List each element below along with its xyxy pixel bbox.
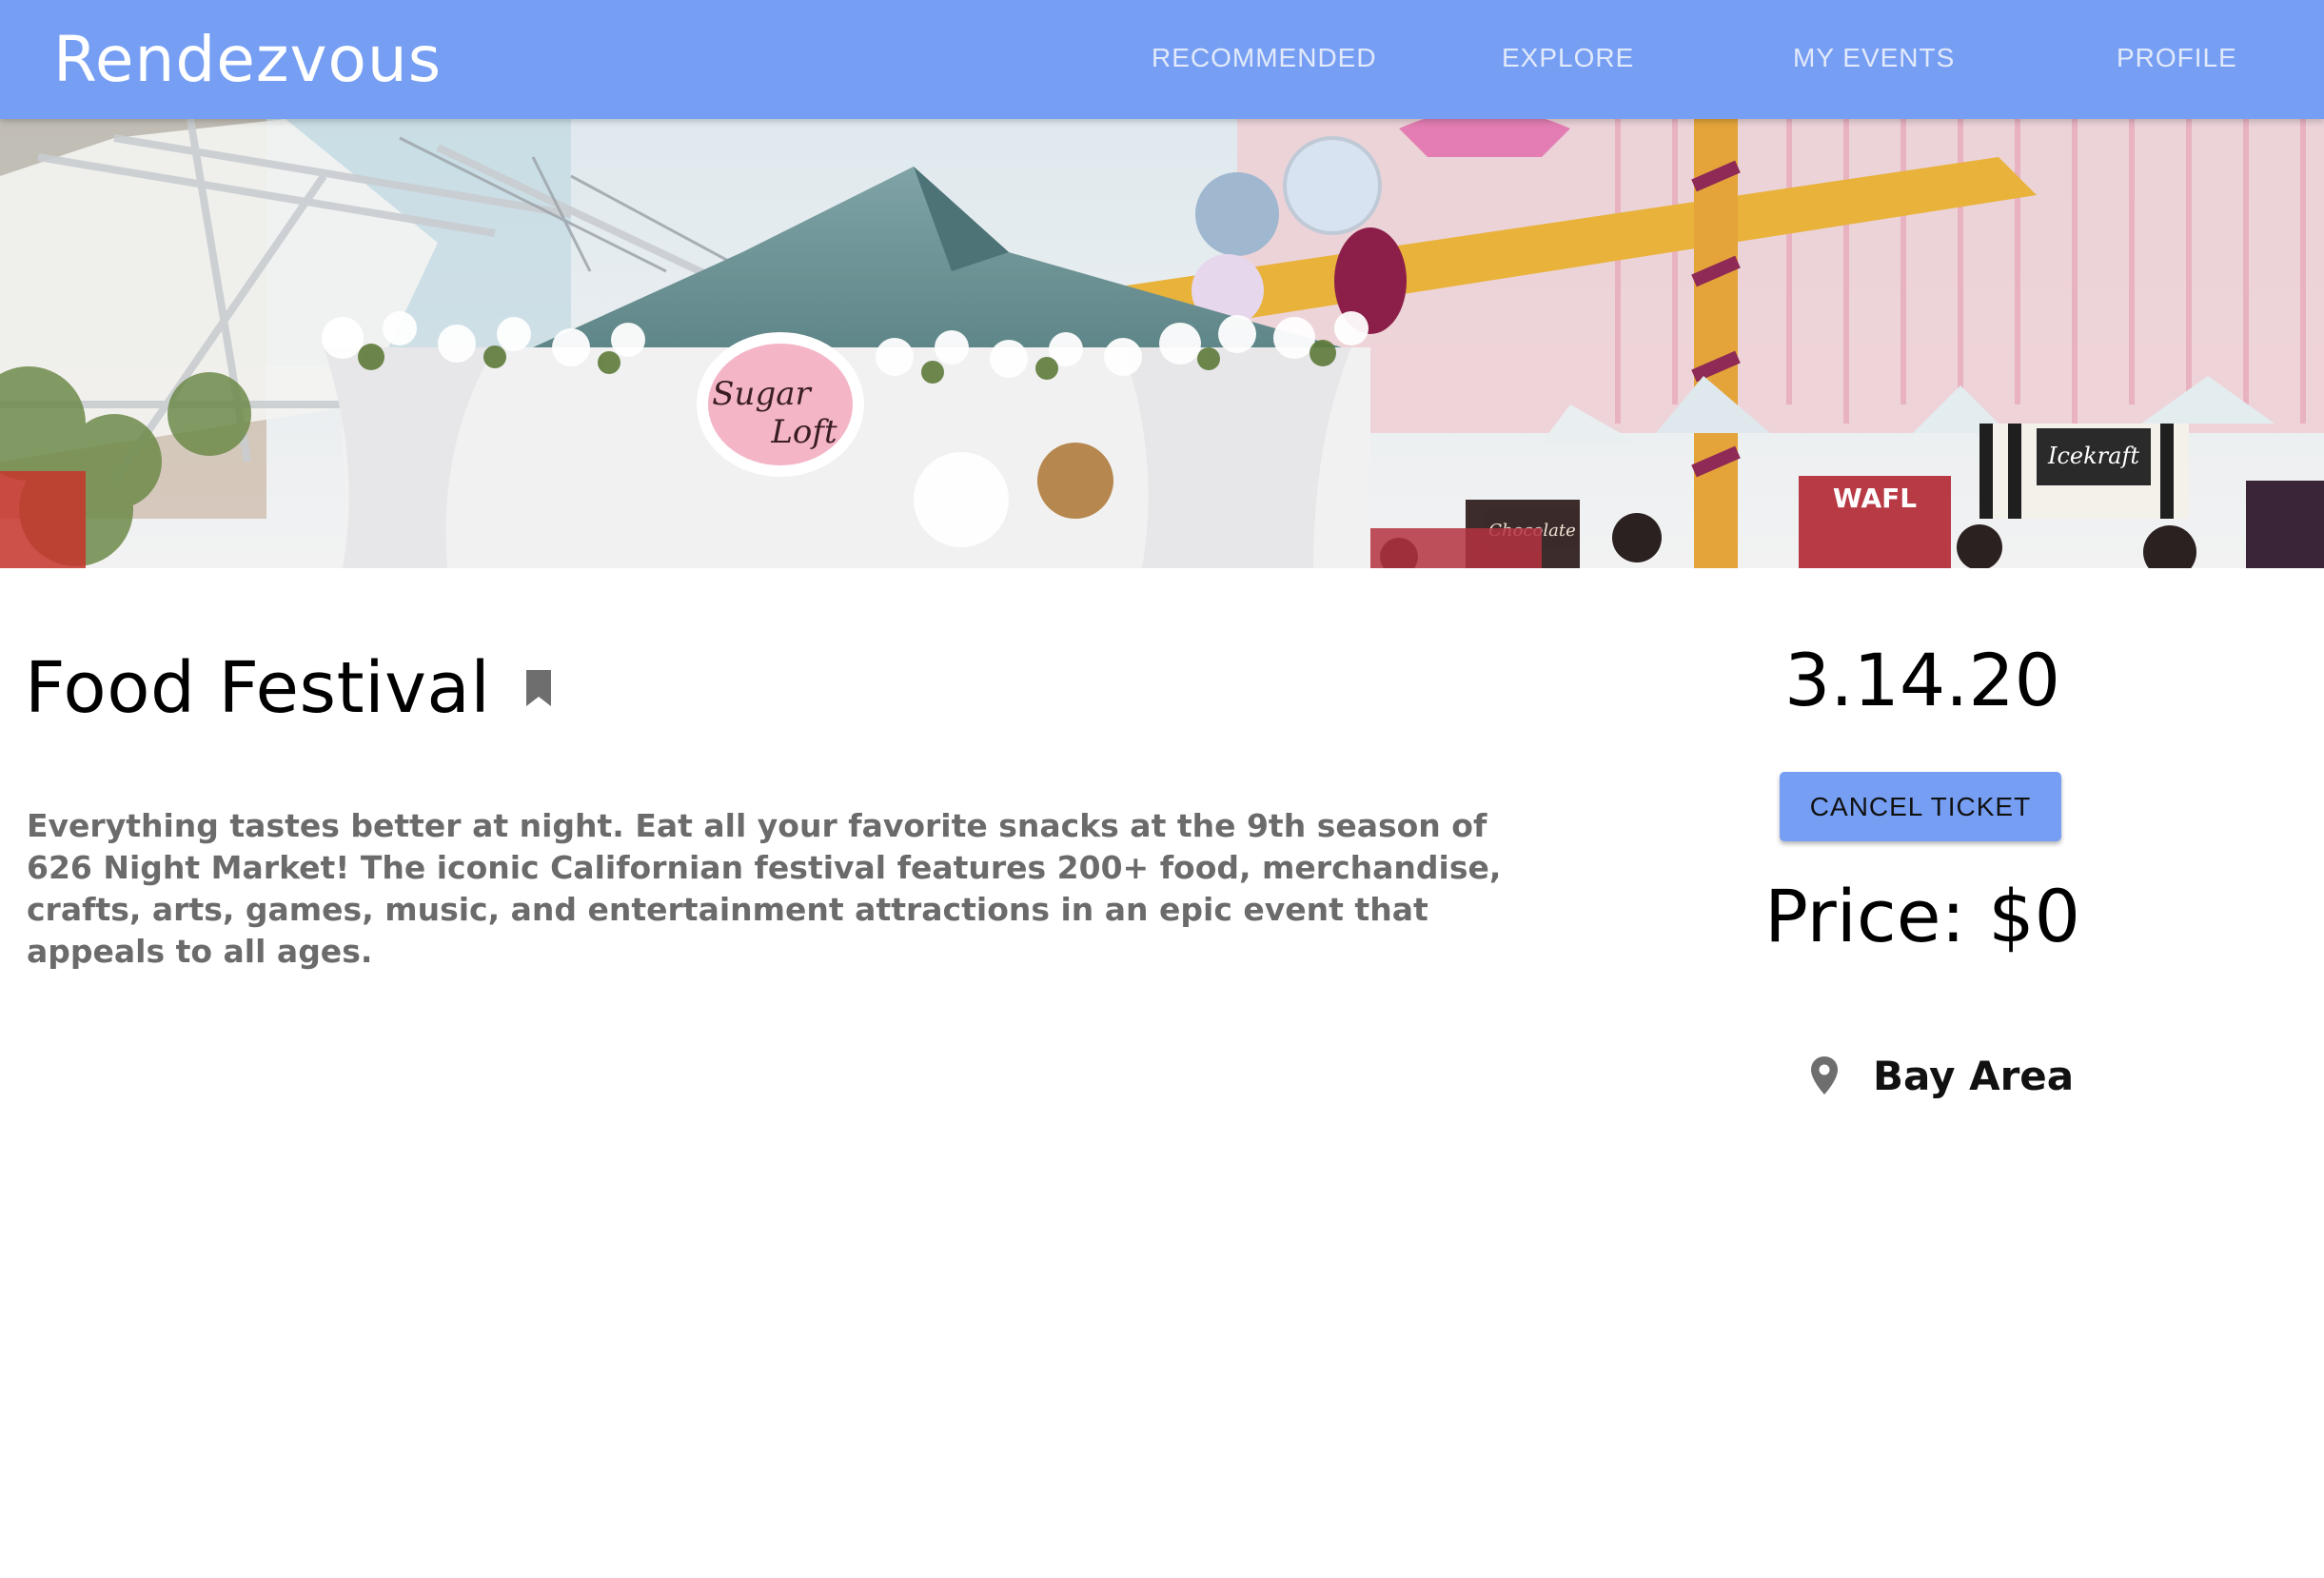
- hero-sign-sugar: Sugar: [712, 375, 812, 413]
- cancel-ticket-button[interactable]: CANCEL TICKET: [1780, 772, 2061, 841]
- nav-link-explore[interactable]: EXPLORE: [1502, 0, 1634, 119]
- hero-sign-wafl: WAFL: [1833, 483, 1917, 514]
- nav-link-recommended[interactable]: RECOMMENDED: [1152, 0, 1377, 119]
- event-date: 3.14.20: [1783, 638, 2061, 722]
- title-row: Food Festival: [25, 636, 553, 740]
- event-location: Bay Area: [1810, 1047, 2074, 1104]
- hero-sign-loft: Loft: [770, 413, 837, 451]
- nav-links: RECOMMENDED EXPLORE MY EVENTS PROFILE: [1094, 0, 2294, 119]
- top-navbar: Rendezvous RECOMMENDED EXPLORE MY EVENTS…: [0, 0, 2324, 119]
- location-label: Bay Area: [1873, 1052, 2075, 1099]
- event-price: Price: $0: [1764, 874, 2080, 958]
- nav-link-profile[interactable]: PROFILE: [2117, 0, 2237, 119]
- hero-image: Sugar Loft WAFL Icekraft Chocolate: [0, 119, 2324, 568]
- event-description: Everything tastes better at night. Eat a…: [27, 807, 1502, 970]
- bookmark-icon[interactable]: [524, 668, 553, 708]
- festival-photo: Sugar Loft WAFL Icekraft Chocolate: [0, 119, 2324, 568]
- location-pin-icon: [1810, 1055, 1839, 1095]
- event-title: Food Festival: [25, 647, 491, 729]
- hero-sign-icekraft: Icekraft: [2047, 443, 2139, 469]
- brand-logo[interactable]: Rendezvous: [53, 19, 442, 99]
- nav-link-my-events[interactable]: MY EVENTS: [1793, 0, 1955, 119]
